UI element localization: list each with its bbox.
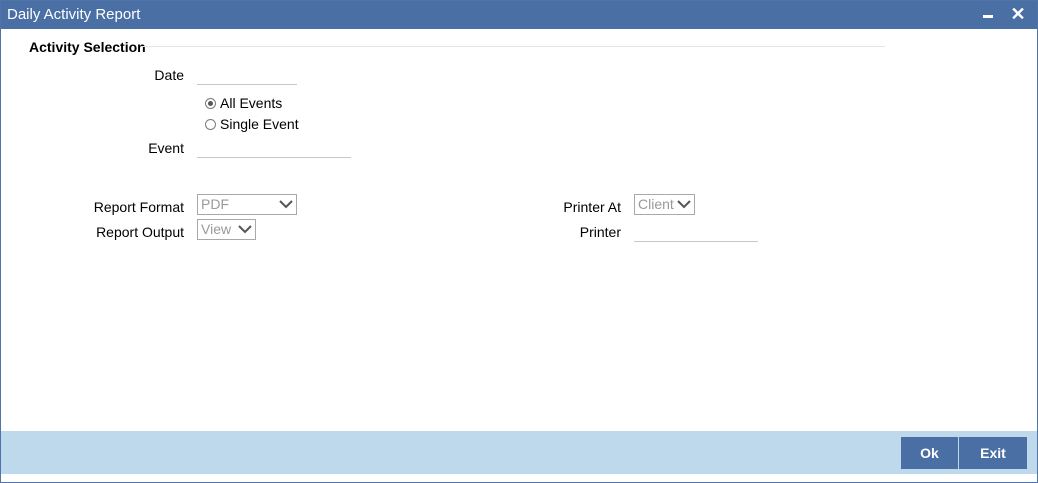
event-field[interactable]	[197, 138, 351, 158]
chevron-down-icon	[279, 200, 293, 209]
date-field[interactable]	[197, 65, 297, 85]
report-format-label: Report Format	[93, 199, 184, 215]
report-format-value: PDF	[201, 196, 229, 212]
report-format-select[interactable]: PDF	[197, 194, 297, 215]
radio-unchecked-icon[interactable]	[205, 118, 216, 130]
footer-bar	[1, 431, 1037, 474]
event-label: Event	[148, 140, 184, 156]
report-output-label: Report Output	[96, 224, 184, 240]
section-title: Activity Selection	[29, 39, 146, 55]
title-bar: Daily Activity Report ✕	[1, 1, 1037, 29]
minimize-icon[interactable]	[977, 1, 999, 27]
printer-label: Printer	[579, 224, 621, 240]
section-divider	[141, 46, 885, 47]
chevron-down-icon	[677, 200, 691, 209]
chevron-down-icon	[238, 225, 252, 234]
printer-at-value: Client	[638, 196, 674, 212]
all-events-radio[interactable]: All Events	[205, 95, 282, 111]
daily-activity-report-window: Daily Activity Report ✕ Activity Selecti…	[0, 0, 1038, 483]
single-event-radio[interactable]: Single Event	[205, 116, 299, 132]
exit-button[interactable]: Exit	[959, 437, 1027, 469]
single-event-label: Single Event	[220, 116, 299, 132]
window-title: Daily Activity Report	[7, 6, 141, 23]
printer-at-select[interactable]: Client	[634, 194, 695, 215]
printer-field[interactable]	[634, 222, 758, 242]
radio-checked-icon[interactable]	[205, 97, 216, 109]
date-label: Date	[154, 67, 184, 83]
printer-at-label: Printer At	[563, 199, 621, 215]
report-output-value: View	[201, 221, 232, 237]
report-output-select[interactable]: View	[197, 219, 256, 240]
ok-button[interactable]: Ok	[901, 437, 958, 469]
all-events-label: All Events	[220, 95, 283, 111]
close-icon[interactable]: ✕	[1007, 1, 1029, 27]
